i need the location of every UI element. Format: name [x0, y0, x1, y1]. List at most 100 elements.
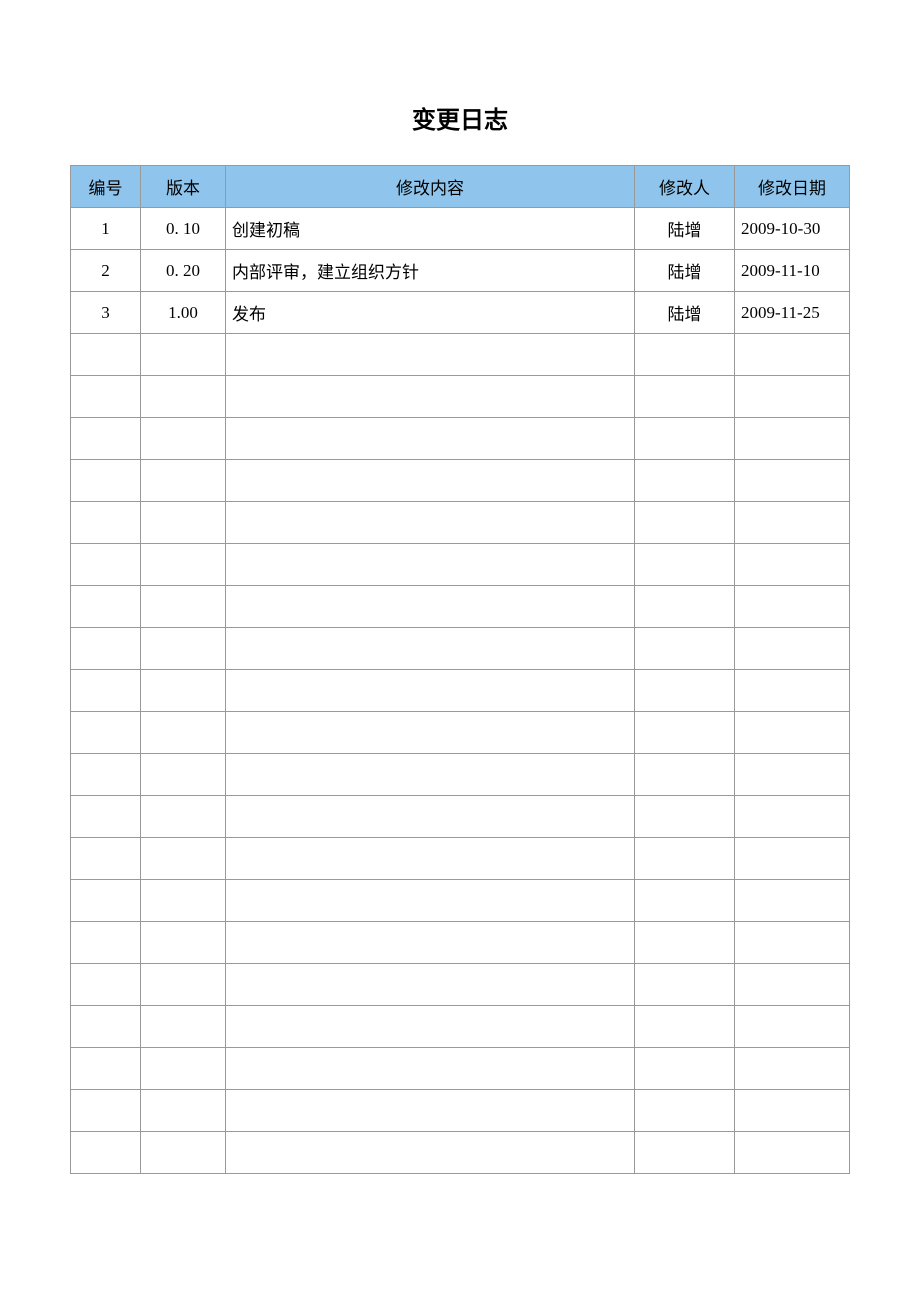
cell-empty [635, 754, 735, 796]
cell-content: 创建初稿 [226, 208, 635, 250]
table-row-empty [71, 1006, 850, 1048]
cell-empty [71, 712, 141, 754]
cell-empty [735, 1090, 850, 1132]
cell-empty [226, 544, 635, 586]
cell-empty [635, 376, 735, 418]
table-row-empty [71, 1048, 850, 1090]
cell-author: 陆增 [635, 250, 735, 292]
cell-empty [71, 922, 141, 964]
cell-empty [735, 334, 850, 376]
cell-empty [226, 796, 635, 838]
cell-date: 2009-11-25 [735, 292, 850, 334]
cell-empty [141, 1006, 226, 1048]
table-row-empty [71, 418, 850, 460]
cell-empty [71, 964, 141, 1006]
cell-empty [735, 628, 850, 670]
cell-empty [226, 880, 635, 922]
page-title: 变更日志 [70, 100, 850, 135]
table-row-empty [71, 460, 850, 502]
cell-empty [635, 922, 735, 964]
cell-empty [635, 880, 735, 922]
cell-empty [71, 838, 141, 880]
header-date: 修改日期 [735, 166, 850, 208]
cell-empty [71, 418, 141, 460]
cell-date: 2009-10-30 [735, 208, 850, 250]
table-row-empty [71, 1132, 850, 1174]
table-row-empty [71, 628, 850, 670]
table-row-empty [71, 796, 850, 838]
cell-empty [141, 628, 226, 670]
table-row-empty [71, 922, 850, 964]
table-header-row: 编号 版本 修改内容 修改人 修改日期 [71, 166, 850, 208]
cell-empty [735, 376, 850, 418]
cell-empty [71, 544, 141, 586]
cell-empty [71, 1132, 141, 1174]
cell-empty [635, 1132, 735, 1174]
cell-empty [71, 586, 141, 628]
table-row-empty [71, 964, 850, 1006]
table-row-empty [71, 586, 850, 628]
cell-empty [635, 1048, 735, 1090]
cell-empty [141, 712, 226, 754]
cell-empty [635, 838, 735, 880]
cell-empty [71, 334, 141, 376]
cell-empty [71, 1090, 141, 1132]
cell-empty [71, 376, 141, 418]
cell-empty [141, 838, 226, 880]
table-row-empty [71, 670, 850, 712]
cell-empty [735, 1006, 850, 1048]
table-row-empty [71, 1090, 850, 1132]
cell-empty [226, 376, 635, 418]
cell-empty [635, 964, 735, 1006]
header-author: 修改人 [635, 166, 735, 208]
table-row-empty [71, 544, 850, 586]
cell-empty [141, 796, 226, 838]
cell-empty [226, 1132, 635, 1174]
cell-id: 1 [71, 208, 141, 250]
table-row: 10. 10创建初稿陆增2009-10-30 [71, 208, 850, 250]
cell-empty [226, 712, 635, 754]
cell-author: 陆增 [635, 292, 735, 334]
cell-empty [735, 712, 850, 754]
cell-content: 内部评审，建立组织方针 [226, 250, 635, 292]
cell-empty [635, 502, 735, 544]
cell-empty [141, 502, 226, 544]
changelog-table: 编号 版本 修改内容 修改人 修改日期 10. 10创建初稿陆增2009-10-… [70, 165, 850, 1174]
cell-empty [71, 460, 141, 502]
cell-empty [71, 754, 141, 796]
cell-empty [735, 1132, 850, 1174]
cell-empty [635, 586, 735, 628]
cell-empty [635, 712, 735, 754]
cell-empty [226, 628, 635, 670]
cell-empty [141, 922, 226, 964]
cell-empty [635, 670, 735, 712]
cell-empty [635, 544, 735, 586]
cell-empty [141, 880, 226, 922]
table-body: 10. 10创建初稿陆增2009-10-3020. 20内部评审，建立组织方针陆… [71, 208, 850, 1174]
cell-empty [141, 1048, 226, 1090]
cell-empty [71, 1048, 141, 1090]
table-row: 20. 20内部评审，建立组织方针陆增2009-11-10 [71, 250, 850, 292]
header-version: 版本 [141, 166, 226, 208]
cell-empty [635, 334, 735, 376]
cell-empty [735, 544, 850, 586]
cell-empty [226, 1090, 635, 1132]
cell-empty [141, 376, 226, 418]
cell-empty [635, 418, 735, 460]
cell-empty [735, 460, 850, 502]
cell-empty [226, 418, 635, 460]
cell-empty [735, 502, 850, 544]
cell-empty [141, 544, 226, 586]
cell-date: 2009-11-10 [735, 250, 850, 292]
cell-empty [226, 754, 635, 796]
cell-empty [141, 418, 226, 460]
table-row-empty [71, 754, 850, 796]
cell-empty [735, 418, 850, 460]
table-row-empty [71, 880, 850, 922]
cell-empty [226, 922, 635, 964]
cell-empty [735, 880, 850, 922]
table-row-empty [71, 838, 850, 880]
cell-empty [141, 460, 226, 502]
cell-version: 1.00 [141, 292, 226, 334]
cell-empty [141, 670, 226, 712]
